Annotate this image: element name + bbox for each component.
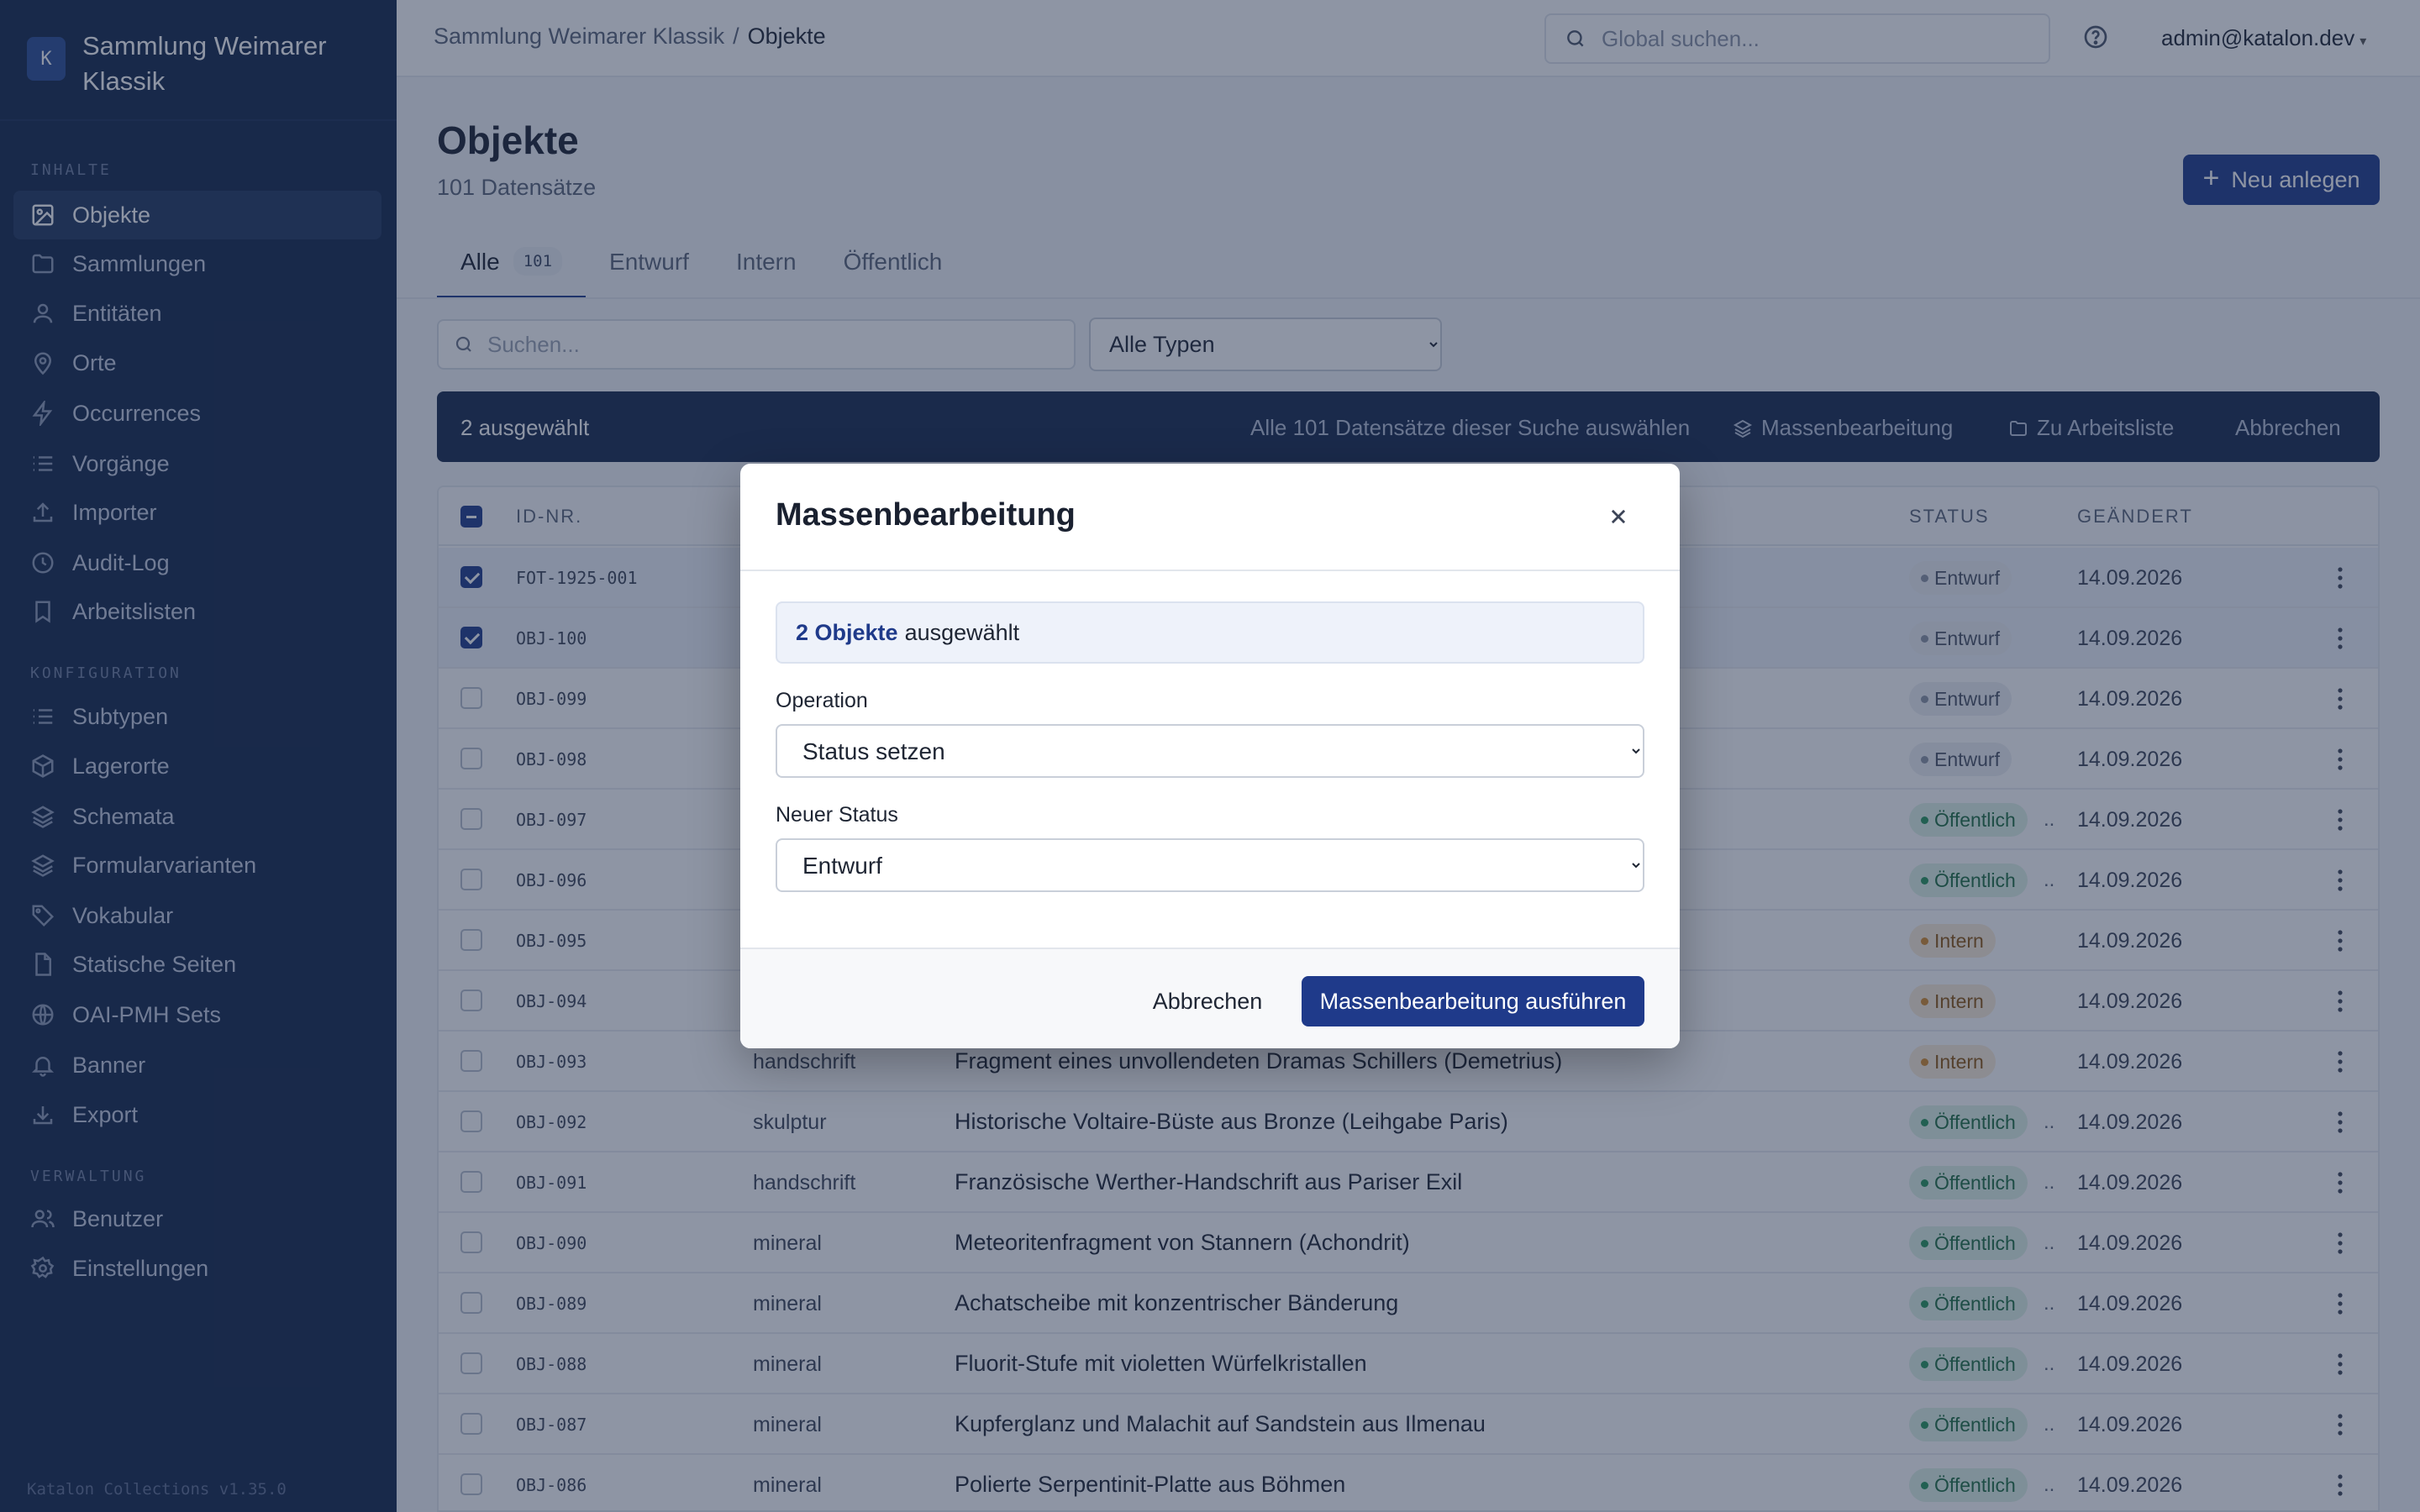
new-status-select[interactable]: Entwurf bbox=[776, 838, 1644, 892]
selection-info-text: ausgewählt bbox=[904, 619, 1020, 645]
operation-label: Operation bbox=[776, 689, 868, 712]
selection-info: 2 Objekte ausgewählt bbox=[776, 601, 1644, 664]
selection-info-count: 2 Objekte bbox=[796, 619, 898, 645]
dialog-footer: Abbrechen Massenbearbeitung ausführen bbox=[740, 948, 1680, 1048]
dialog-title: Massenbearbeitung bbox=[776, 497, 1076, 533]
operation-select[interactable]: Status setzen bbox=[776, 724, 1644, 778]
run-bulk-edit-button[interactable]: Massenbearbeitung ausführen bbox=[1302, 976, 1644, 1026]
close-icon[interactable] bbox=[1604, 502, 1633, 531]
new-status-label: Neuer Status bbox=[776, 803, 898, 827]
cancel-button[interactable]: Abbrechen bbox=[1123, 976, 1292, 1026]
dialog-divider bbox=[740, 570, 1680, 571]
bulk-edit-dialog: Massenbearbeitung 2 Objekte ausgewählt O… bbox=[740, 464, 1680, 1048]
